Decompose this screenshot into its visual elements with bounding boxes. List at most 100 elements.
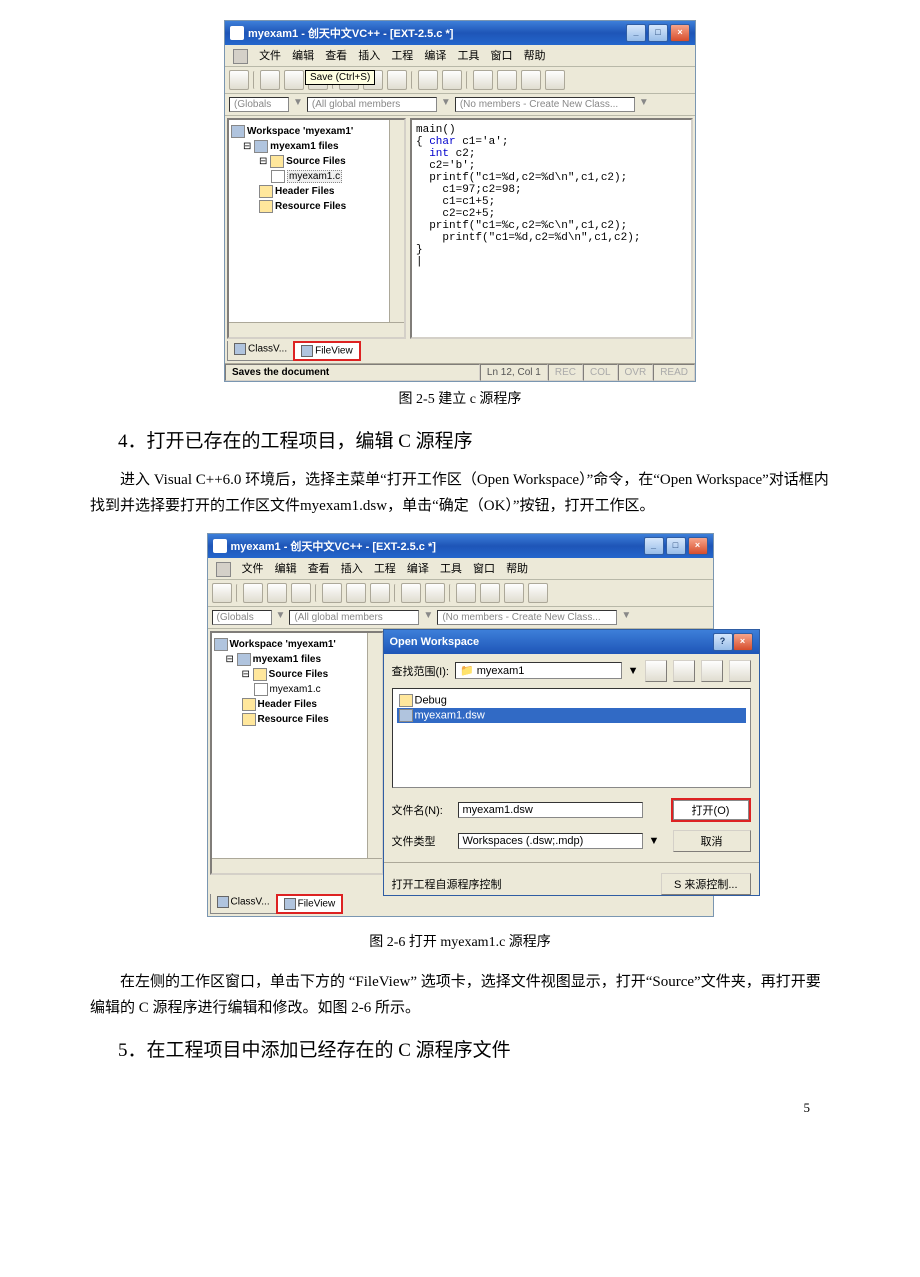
menu-view[interactable]: 查看 — [325, 50, 347, 62]
menu-file[interactable]: 文件 — [242, 563, 264, 575]
toolbar-button[interactable] — [473, 70, 493, 90]
toolbar-button[interactable] — [456, 583, 476, 603]
toolbar-button[interactable] — [528, 583, 548, 603]
new-button[interactable] — [212, 583, 232, 603]
tree-source-folder[interactable]: ⊟ Source Files — [231, 154, 402, 169]
toolbar-button[interactable] — [480, 583, 500, 603]
status-col: COL — [583, 364, 618, 381]
toolbar-button[interactable] — [545, 70, 565, 90]
copy-button[interactable] — [346, 583, 366, 603]
minimize-button[interactable]: _ — [626, 24, 646, 42]
file-icon — [271, 170, 285, 183]
tree-workspace[interactable]: Workspace 'myexam1' — [231, 124, 402, 139]
undo-button[interactable] — [401, 583, 421, 603]
toolbar-button[interactable] — [521, 70, 541, 90]
dialog-help-button[interactable]: ? — [713, 633, 733, 651]
class-combo[interactable]: (No members - Create New Class... — [437, 610, 617, 625]
menu-build[interactable]: 编译 — [407, 563, 429, 575]
back-button[interactable] — [645, 660, 667, 682]
maximize-button[interactable]: □ — [666, 537, 686, 555]
menu-help[interactable]: 帮助 — [524, 50, 546, 62]
workspace-tree[interactable]: Workspace 'myexam1' ⊟ myexam1 files ⊟ So… — [210, 631, 384, 875]
maximize-button[interactable]: □ — [648, 24, 668, 42]
code-editor[interactable]: main() { char c1='a'; int c2; c2='b'; pr… — [410, 118, 693, 339]
tree-header-folder[interactable]: Header Files — [214, 697, 380, 712]
tree-resource-folder[interactable]: Resource Files — [214, 712, 380, 727]
redo-button[interactable] — [425, 583, 445, 603]
dialog-close-button[interactable]: × — [733, 633, 753, 651]
menu-build[interactable]: 编译 — [424, 50, 446, 62]
scope-combo[interactable]: (Globals — [229, 97, 289, 112]
tree-header-folder[interactable]: Header Files — [231, 184, 402, 199]
tree-scrollbar-y[interactable] — [367, 633, 382, 859]
save-button[interactable]: Save (Ctrl+S) — [284, 70, 304, 90]
toolbar-button[interactable] — [504, 583, 524, 603]
menu-project[interactable]: 工程 — [391, 50, 413, 62]
open-button[interactable] — [243, 583, 263, 603]
tab-fileview[interactable]: FileView — [276, 894, 344, 914]
menu-window[interactable]: 窗口 — [491, 50, 513, 62]
tab-fileview[interactable]: FileView — [293, 341, 361, 361]
redo-button[interactable] — [442, 70, 462, 90]
menu-help[interactable]: 帮助 — [506, 563, 528, 575]
tree-source-folder[interactable]: ⊟ Source Files — [214, 667, 380, 682]
class-combo[interactable]: (No members - Create New Class... — [455, 97, 635, 112]
lookin-combo[interactable]: 📁 myexam1 — [455, 662, 622, 679]
filename-input[interactable]: myexam1.dsw — [458, 802, 643, 818]
menu-tools[interactable]: 工具 — [440, 563, 462, 575]
open-button[interactable]: 打开(O) — [671, 798, 751, 822]
tree-project[interactable]: ⊟ myexam1 files — [231, 139, 402, 154]
minimize-button[interactable]: _ — [644, 537, 664, 555]
menu-edit[interactable]: 编辑 — [292, 50, 314, 62]
tree-scrollbar-x[interactable] — [229, 322, 404, 337]
save-all-button[interactable] — [291, 583, 311, 603]
menu-tools[interactable]: 工具 — [457, 50, 479, 62]
tree-source-file[interactable]: myexam1.c — [214, 682, 380, 697]
tree-source-file[interactable]: myexam1.c — [231, 169, 402, 184]
file-item-dsw[interactable]: myexam1.dsw — [397, 708, 746, 723]
menubar[interactable]: 文件 编辑 查看 插入 工程 编译 工具 窗口 帮助 — [225, 45, 695, 67]
paste-button[interactable] — [370, 583, 390, 603]
menu-insert[interactable]: 插入 — [358, 50, 380, 62]
tab-classview[interactable]: ClassV... — [227, 341, 294, 361]
file-list[interactable]: Debug myexam1.dsw — [392, 688, 751, 788]
up-button[interactable] — [673, 660, 695, 682]
source-control-button[interactable]: S 来源控制... — [661, 873, 751, 895]
menu-project[interactable]: 工程 — [374, 563, 396, 575]
tree-project[interactable]: ⊟ myexam1 files — [214, 652, 380, 667]
titlebar[interactable]: myexam1 - 创天中文VC++ - [EXT-2.5.c *] _ □ × — [225, 21, 695, 45]
tree-scrollbar-y[interactable] — [389, 120, 404, 323]
close-button[interactable]: × — [670, 24, 690, 42]
filetype-combo[interactable]: Workspaces (.dsw;.mdp) — [458, 833, 643, 849]
menu-file[interactable]: 文件 — [259, 50, 281, 62]
open-button[interactable] — [260, 70, 280, 90]
tree-resource-folder[interactable]: Resource Files — [231, 199, 402, 214]
members-combo[interactable]: (All global members — [289, 610, 419, 625]
close-button[interactable]: × — [688, 537, 708, 555]
open-workspace-dialog: Open Workspace ? × 查找范围(I): 📁 myexam1 ▼ … — [383, 629, 760, 896]
file-item-debug[interactable]: Debug — [397, 693, 746, 708]
tree-workspace[interactable]: Workspace 'myexam1' — [214, 637, 380, 652]
menu-view[interactable]: 查看 — [308, 563, 330, 575]
workspace-tree[interactable]: Workspace 'myexam1' ⊟ myexam1 files ⊟ So… — [227, 118, 406, 339]
cut-button[interactable] — [322, 583, 342, 603]
cancel-button[interactable]: 取消 — [673, 830, 751, 852]
titlebar[interactable]: myexam1 - 创天中文VC++ - [EXT-2.5.c *] _ □ × — [208, 534, 713, 558]
dialog-titlebar[interactable]: Open Workspace ? × — [384, 630, 759, 654]
paste-button[interactable] — [387, 70, 407, 90]
tree-scrollbar-x[interactable] — [212, 858, 382, 873]
undo-button[interactable] — [418, 70, 438, 90]
menu-insert[interactable]: 插入 — [341, 563, 363, 575]
heading-4: 4．打开已存在的工程项目，编辑 C 源程序 — [118, 426, 830, 453]
toolbar-button[interactable] — [497, 70, 517, 90]
menu-edit[interactable]: 编辑 — [275, 563, 297, 575]
members-combo[interactable]: (All global members — [307, 97, 437, 112]
new-button[interactable] — [229, 70, 249, 90]
newfolder-button[interactable] — [701, 660, 723, 682]
tab-classview[interactable]: ClassV... — [210, 894, 277, 914]
menubar[interactable]: 文件 编辑 查看 插入 工程 编译 工具 窗口 帮助 — [208, 558, 713, 580]
save-button[interactable] — [267, 583, 287, 603]
menu-window[interactable]: 窗口 — [473, 563, 495, 575]
viewmode-button[interactable] — [729, 660, 751, 682]
scope-combo[interactable]: (Globals — [212, 610, 272, 625]
